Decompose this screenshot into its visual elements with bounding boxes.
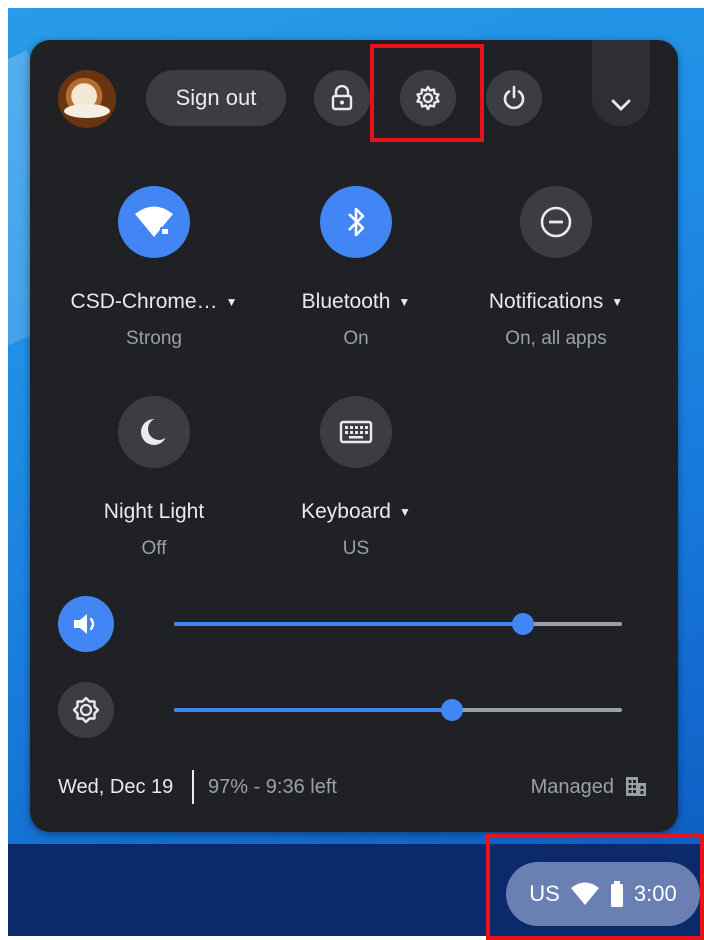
caret-down-icon: ▼ [225,295,238,309]
keyboard-label-row[interactable]: Keyboard ▼ [256,500,456,524]
status-divider [192,770,194,804]
lock-icon [331,85,353,111]
volume-mute-button[interactable] [58,596,114,652]
network-label: CSD-Chrome… [70,290,218,313]
bluetooth-icon [348,207,365,237]
lock-button[interactable] [314,70,370,126]
network-toggle[interactable] [118,186,190,258]
notifications-status: On, all apps [505,328,607,349]
sign-out-button[interactable]: Sign out [146,70,286,126]
power-button[interactable] [486,70,542,126]
brightness-slider-thumb[interactable] [440,699,463,721]
brightness-icon-button[interactable] [58,682,114,738]
volume-icon [74,614,95,634]
night-light-label-row[interactable]: Night Light [54,500,254,524]
brightness-slider-row [58,682,648,738]
volume-slider-row [58,596,648,652]
pod-bluetooth: Bluetooth ▼ On [256,186,456,350]
power-icon [503,85,525,110]
status-row: Wed, Dec 19 97% - 9:36 left Managed [58,768,648,808]
wifi-icon [570,882,599,905]
clock-time: 3:00 [633,881,677,906]
battery-icon [610,881,623,907]
status-tray[interactable]: US 3:00 [506,862,700,926]
network-status: Strong [126,328,182,349]
bluetooth-toggle[interactable] [320,186,392,258]
bluetooth-status: On [343,328,369,349]
caret-down-icon: ▼ [399,505,411,519]
pod-network: CSD-Chrome… ▼ Strong [54,186,254,350]
volume-slider-thumb[interactable] [512,613,535,635]
settings-highlight-box [370,44,484,142]
night-light-toggle[interactable] [118,396,190,468]
collapse-button[interactable] [592,40,650,126]
brightness-icon [72,696,100,724]
notifications-toggle[interactable] [520,186,592,258]
volume-slider[interactable] [174,613,622,635]
notifications-label: Notifications [488,290,604,313]
pod-night-light: Night Light Off [54,396,254,560]
quick-settings-panel: Sign out CSD-Chrome… ▼ Strong Bluetooth … [30,40,678,832]
night-light-icon [141,418,170,445]
network-label-row[interactable]: CSD-Chrome… ▼ [54,290,254,314]
date-label[interactable]: Wed, Dec 19 [58,776,173,799]
volume-slider-fill [174,622,524,626]
night-light-status: Off [141,538,167,559]
caret-down-icon: ▼ [398,295,411,309]
chevron-down-icon [611,99,631,111]
avatar-image-detail [64,104,110,118]
pod-notifications: Notifications ▼ On, all apps [456,186,656,350]
notifications-label-row[interactable]: Notifications ▼ [456,290,656,314]
enterprise-building-icon[interactable] [624,774,648,798]
brightness-slider[interactable] [174,699,622,721]
keyboard-toggle[interactable] [320,396,392,468]
do-not-disturb-icon [540,206,572,238]
night-light-label: Night Light [103,500,205,523]
caret-down-icon: ▼ [611,295,624,309]
wifi-icon [135,206,173,237]
keyboard-status: US [342,538,370,559]
bluetooth-label-row[interactable]: Bluetooth ▼ [256,290,456,314]
bluetooth-label: Bluetooth [301,290,391,313]
quick-settings-top-row: Sign out [30,40,678,150]
brightness-slider-fill [174,708,452,712]
pod-keyboard: Keyboard ▼ US [256,396,456,560]
input-method-label: US [529,881,560,906]
battery-status[interactable]: 97% - 9:36 left [208,776,337,799]
keyboard-icon [339,420,373,444]
managed-label[interactable]: Managed [531,776,614,799]
avatar[interactable] [58,70,116,128]
keyboard-label: Keyboard [301,500,391,523]
